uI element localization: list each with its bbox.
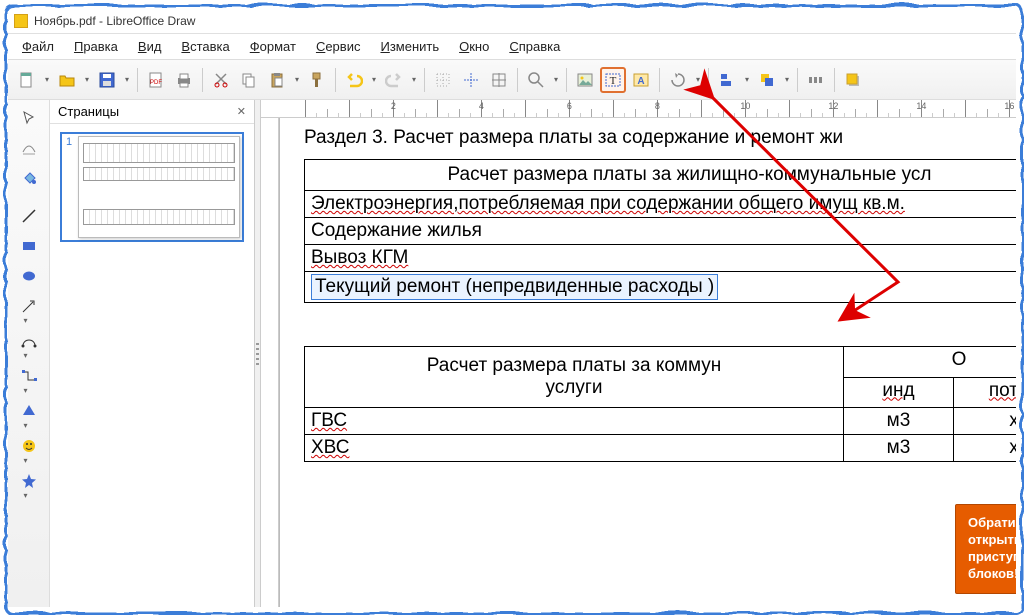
- app-window: Ноябрь.pdf - LibreOffice Draw Файл Правк…: [8, 8, 1016, 607]
- ellipse-tool[interactable]: [14, 262, 44, 290]
- rotate-dropdown[interactable]: ▾: [693, 67, 703, 93]
- pages-panel: Страницы ✕ 1: [50, 100, 255, 607]
- menu-format[interactable]: Формат: [242, 37, 304, 56]
- ruler-vertical: [261, 118, 279, 607]
- ruler-horizontal: 246810121416: [261, 100, 1016, 118]
- page: Раздел 3. Расчет размера платы за содерж…: [279, 118, 1016, 607]
- undo-dropdown[interactable]: ▾: [369, 67, 379, 93]
- arrange-button[interactable]: [754, 67, 780, 93]
- row-hvs[interactable]: ХВС: [305, 435, 844, 462]
- annotation-text: Обратите внимание, что сразу после откры…: [955, 504, 1016, 594]
- toolbar-main: ▾ ▾ ▾ PDF ▾ ▾ ▾ ▾ T A ▾ ▾ ▾: [8, 60, 1016, 100]
- row-kgm[interactable]: Вывоз КГМ: [305, 245, 1017, 272]
- document-icon: [14, 14, 28, 28]
- menu-modify[interactable]: Изменить: [372, 37, 447, 56]
- save-dropdown[interactable]: ▾: [122, 67, 132, 93]
- page-thumbnail-preview: [78, 136, 240, 238]
- page-viewport[interactable]: Раздел 3. Расчет размера платы за содерж…: [279, 118, 1016, 607]
- body-area: ▾ ▾ ▾ ▾ ▾ ▾ Страницы ✕ 1: [8, 100, 1016, 607]
- print-button[interactable]: [171, 67, 197, 93]
- row-energy[interactable]: Электроэнергия,потребляемая при содержан…: [305, 191, 1017, 218]
- menu-window[interactable]: Окно: [451, 37, 497, 56]
- doc-table-1: Расчет размера платы за жилищно-коммунал…: [304, 159, 1016, 462]
- menu-tools[interactable]: Сервис: [308, 37, 369, 56]
- doc-heading[interactable]: Раздел 3. Расчет размера платы за содерж…: [304, 127, 1016, 149]
- svg-text:T: T: [610, 75, 617, 87]
- insert-image-button[interactable]: [572, 67, 598, 93]
- row-hvs-val[interactable]: x: [953, 435, 1016, 462]
- table-subhead-2[interactable]: Расчет размера платы за коммунуслуги: [305, 347, 844, 408]
- zoom-button[interactable]: [523, 67, 549, 93]
- fontwork-button[interactable]: A: [628, 67, 654, 93]
- distribute-button[interactable]: [803, 67, 829, 93]
- table-subhead-1[interactable]: Расчет размера платы за жилищно-коммунал…: [305, 160, 1017, 191]
- rotate-button[interactable]: [665, 67, 691, 93]
- annotation-callout: Обратите внимание, что сразу после откры…: [955, 504, 1016, 594]
- line-color-tool[interactable]: [14, 134, 44, 162]
- left-toolbar: ▾ ▾ ▾ ▾ ▾ ▾: [8, 100, 50, 607]
- row-housing[interactable]: Содержание жилья: [305, 218, 1017, 245]
- copy-button[interactable]: [236, 67, 262, 93]
- arrange-dropdown[interactable]: ▾: [782, 67, 792, 93]
- menubar: Файл Правка Вид Вставка Формат Сервис Из…: [8, 34, 1016, 60]
- window-title: Ноябрь.pdf - LibreOffice Draw: [34, 14, 195, 28]
- page-thumbnail-number: 1: [66, 136, 72, 148]
- menu-help[interactable]: Справка: [501, 37, 568, 56]
- row-repair-editing[interactable]: Текущий ремонт (непредвиденные расходы ): [305, 272, 1017, 303]
- cut-button[interactable]: [208, 67, 234, 93]
- export-pdf-button[interactable]: PDF: [143, 67, 169, 93]
- line-tool[interactable]: [14, 202, 44, 230]
- menu-view[interactable]: Вид: [130, 37, 170, 56]
- shadow-button[interactable]: [840, 67, 866, 93]
- titlebar: Ноябрь.pdf - LibreOffice Draw: [8, 8, 1016, 34]
- helplines-button[interactable]: [458, 67, 484, 93]
- redo-dropdown[interactable]: ▾: [409, 67, 419, 93]
- col-ind[interactable]: инд: [843, 377, 953, 408]
- row-gvs-val[interactable]: x: [953, 408, 1016, 435]
- page-thumbnail[interactable]: 1: [60, 132, 244, 242]
- fill-color-tool[interactable]: [14, 164, 44, 192]
- pointer-tool[interactable]: [14, 104, 44, 132]
- row-gvs-unit[interactable]: м3: [843, 408, 953, 435]
- row-hvs-unit[interactable]: м3: [843, 435, 953, 462]
- new-dropdown[interactable]: ▾: [42, 67, 52, 93]
- svg-text:PDF: PDF: [150, 80, 162, 86]
- col-potr[interactable]: потре: [953, 377, 1016, 408]
- new-button[interactable]: [14, 67, 40, 93]
- paste-dropdown[interactable]: ▾: [292, 67, 302, 93]
- paste-button[interactable]: [264, 67, 290, 93]
- save-button[interactable]: [94, 67, 120, 93]
- menu-file[interactable]: Файл: [14, 37, 62, 56]
- menu-insert[interactable]: Вставка: [173, 37, 237, 56]
- col-o[interactable]: О: [843, 347, 1016, 378]
- open-button[interactable]: [54, 67, 80, 93]
- align-dropdown[interactable]: ▾: [742, 67, 752, 93]
- row-gvs[interactable]: ГВС: [305, 408, 844, 435]
- snap-button[interactable]: [486, 67, 512, 93]
- pages-panel-header: Страницы ✕: [50, 100, 254, 124]
- menu-edit[interactable]: Правка: [66, 37, 126, 56]
- zoom-dropdown[interactable]: ▾: [551, 67, 561, 93]
- grid-button[interactable]: [430, 67, 456, 93]
- canvas-area: 246810121416 Раздел 3. Расчет размера пл…: [261, 100, 1016, 607]
- document-content: Раздел 3. Расчет размера платы за содерж…: [304, 127, 1016, 462]
- open-dropdown[interactable]: ▾: [82, 67, 92, 93]
- rectangle-tool[interactable]: [14, 232, 44, 260]
- insert-textbox-button[interactable]: T: [600, 67, 626, 93]
- svg-text:A: A: [637, 76, 644, 87]
- undo-button[interactable]: [341, 67, 367, 93]
- align-button[interactable]: [714, 67, 740, 93]
- pages-panel-title: Страницы: [58, 104, 119, 119]
- redo-button[interactable]: [381, 67, 407, 93]
- clone-format-button[interactable]: [304, 67, 330, 93]
- pages-panel-close[interactable]: ✕: [237, 105, 246, 118]
